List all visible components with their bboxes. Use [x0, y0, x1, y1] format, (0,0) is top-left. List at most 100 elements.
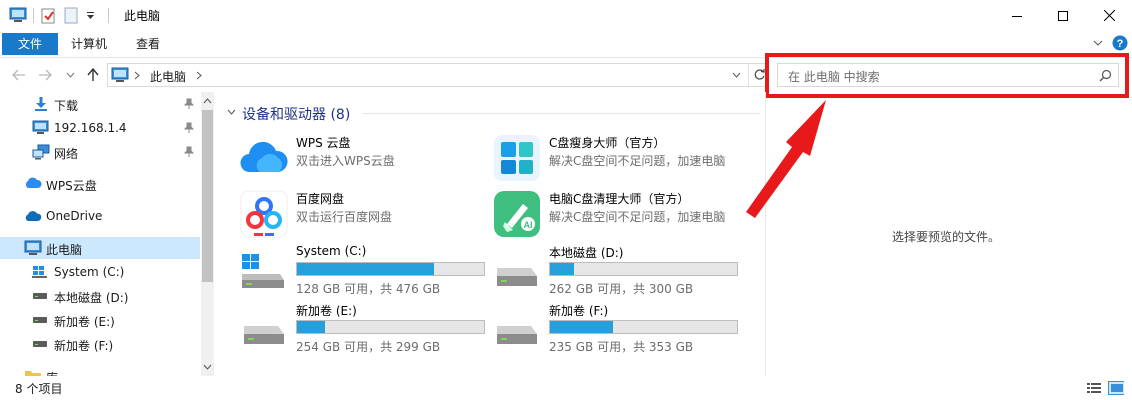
windows-tiles-icon — [494, 135, 540, 181]
wps-cloud-item[interactable]: WPS 云盘 双击进入WPS云盘 — [240, 134, 490, 186]
status-bar: 8 个项目 — [0, 376, 1132, 400]
toolbar-separator — [33, 8, 34, 23]
preview-divider[interactable] — [765, 92, 766, 376]
group-divider — [362, 113, 760, 114]
sidebar-item-label: 库 — [46, 369, 58, 376]
up-button[interactable] — [84, 66, 102, 84]
drive-icon — [497, 268, 537, 286]
back-button[interactable] — [10, 66, 28, 84]
windows-drive-icon — [242, 254, 284, 288]
scroll-down-button[interactable] — [201, 359, 214, 375]
windows-drive-icon — [32, 266, 47, 278]
sidebar-item-label: 网络 — [54, 147, 79, 161]
drive-icon — [33, 341, 47, 347]
computer-icon — [111, 67, 129, 82]
breadcrumb-chevron-icon[interactable] — [134, 71, 140, 80]
sidebar-item-downloads[interactable]: 下载 — [0, 93, 200, 115]
sidebar-item-drive-e[interactable]: 新加卷 (E:) — [0, 309, 200, 331]
computer-icon — [24, 240, 42, 255]
drive-usage-bar — [296, 320, 485, 334]
pin-icon[interactable] — [184, 98, 194, 110]
collapse-group-icon[interactable] — [227, 109, 236, 115]
drive-tile-c[interactable]: System (C:) 128 GB 可用，共 476 GB — [240, 244, 490, 298]
item-description: 双击运行百度网盘 — [296, 210, 393, 224]
sidebar-item-remote-host[interactable]: 192.168.1.4 — [0, 117, 200, 139]
sidebar-item-drive-d[interactable]: 本地磁盘 (D:) — [0, 285, 200, 307]
monitor-icon — [32, 120, 49, 134]
address-dropdown-icon[interactable] — [732, 72, 741, 78]
sidebar-item-wps-cloud[interactable]: WPS云盘 — [0, 173, 200, 195]
new-folder-icon[interactable] — [64, 7, 78, 24]
drive-name: 新加卷 (F:) — [549, 304, 609, 318]
expand-ribbon-icon[interactable] — [1093, 40, 1103, 47]
toolbar-separator — [108, 8, 109, 23]
customize-toolbar-icon[interactable] — [86, 12, 95, 20]
wps-cloud-icon — [240, 141, 288, 173]
up-arrow-icon — [87, 68, 99, 81]
sidebar-item-drive-f[interactable]: 新加卷 (F:) — [0, 333, 200, 355]
drive-name: 新加卷 (E:) — [296, 304, 357, 318]
sidebar-item-drive-c[interactable]: System (C:) — [0, 261, 200, 283]
tab-file[interactable]: 文件 — [2, 33, 58, 55]
cloud-icon — [25, 177, 42, 188]
chevron-down-icon — [66, 72, 74, 78]
svg-text:AI: AI — [524, 220, 533, 230]
sidebar-item-onedrive[interactable]: OneDrive — [0, 205, 200, 227]
cleaner-icon: AI — [494, 191, 540, 237]
sidebar-item-label: 新加卷 (F:) — [54, 339, 114, 353]
recent-locations-button[interactable] — [61, 66, 79, 84]
tab-view[interactable]: 查看 — [124, 33, 172, 55]
drive-icon — [244, 326, 284, 344]
baidu-netdisk-item[interactable]: 百度网盘 双击运行百度网盘 — [240, 190, 490, 242]
item-name: C盘瘦身大师（官方） — [549, 136, 666, 150]
computer-icon[interactable] — [9, 7, 27, 23]
large-icons-view-icon[interactable] — [1108, 381, 1124, 395]
scrollbar-thumb[interactable] — [202, 110, 213, 282]
download-icon — [35, 97, 47, 111]
navigation-pane: 下载 192.168.1.4 网络 WPS云盘 OneDrive 此电脑 Sys… — [0, 92, 214, 376]
breadcrumb-chevron-icon[interactable] — [196, 71, 202, 80]
drive-usage-bar — [549, 262, 738, 276]
help-icon[interactable]: ? — [1112, 35, 1128, 51]
address-bar[interactable]: 此电脑 — [107, 63, 769, 87]
c-drive-cleaner-item[interactable]: AI 电脑C盘清理大师（官方） 解决C盘空间不足问题，加速电脑 — [493, 190, 743, 242]
sidebar-item-label: OneDrive — [46, 209, 103, 223]
breadcrumb-this-pc[interactable]: 此电脑 — [150, 68, 186, 85]
scroll-up-button[interactable] — [201, 93, 214, 109]
details-view-icon[interactable] — [1086, 381, 1102, 395]
onedrive-icon — [25, 211, 42, 221]
sidebar-item-libraries[interactable]: 库 — [0, 365, 200, 376]
properties-icon[interactable] — [40, 7, 56, 24]
c-drive-slim-item[interactable]: C盘瘦身大师（官方） 解决C盘空间不足问题，加速电脑 — [493, 134, 743, 186]
sidebar-item-network[interactable]: 网络 — [0, 141, 200, 163]
item-count: 8 个项目 — [15, 382, 63, 396]
sidebar-item-label: 此电脑 — [46, 243, 83, 257]
tab-computer[interactable]: 计算机 — [62, 33, 116, 55]
drive-tile-d[interactable]: 本地磁盘 (D:) 262 GB 可用，共 300 GB — [493, 246, 743, 298]
drive-usage-fill — [297, 321, 326, 333]
drive-free-space: 128 GB 可用，共 476 GB — [296, 282, 441, 296]
item-description: 解决C盘空间不足问题，加速电脑 — [549, 154, 726, 168]
close-button[interactable] — [1086, 0, 1132, 31]
title-bar: 此电脑 — [0, 0, 1132, 31]
library-icon — [25, 371, 41, 376]
drive-usage-fill — [550, 263, 574, 275]
preview-placeholder: 选择要预览的文件。 — [892, 230, 1001, 244]
drive-tile-f[interactable]: 新加卷 (F:) 235 GB 可用，共 353 GB — [493, 304, 743, 356]
maximize-button[interactable] — [1040, 0, 1086, 31]
drive-free-space: 235 GB 可用，共 353 GB — [549, 340, 694, 354]
item-name: 电脑C盘清理大师（官方） — [549, 192, 690, 206]
pin-icon[interactable] — [184, 146, 194, 158]
pin-icon[interactable] — [184, 122, 194, 134]
sidebar-item-this-pc[interactable]: 此电脑 — [0, 237, 200, 259]
drive-tile-e[interactable]: 新加卷 (E:) 254 GB 可用，共 299 GB — [240, 304, 490, 356]
drive-name: 本地磁盘 (D:) — [549, 246, 624, 260]
sidebar-item-label: 新加卷 (E:) — [54, 315, 115, 329]
chevron-down-icon — [203, 364, 212, 370]
group-header[interactable]: 设备和驱动器 (8) — [242, 104, 350, 124]
forward-button[interactable] — [36, 66, 54, 84]
minimize-button[interactable] — [994, 0, 1040, 31]
search-highlight-box — [765, 53, 1129, 98]
drive-icon — [33, 293, 47, 299]
svg-text:?: ? — [1117, 38, 1124, 50]
